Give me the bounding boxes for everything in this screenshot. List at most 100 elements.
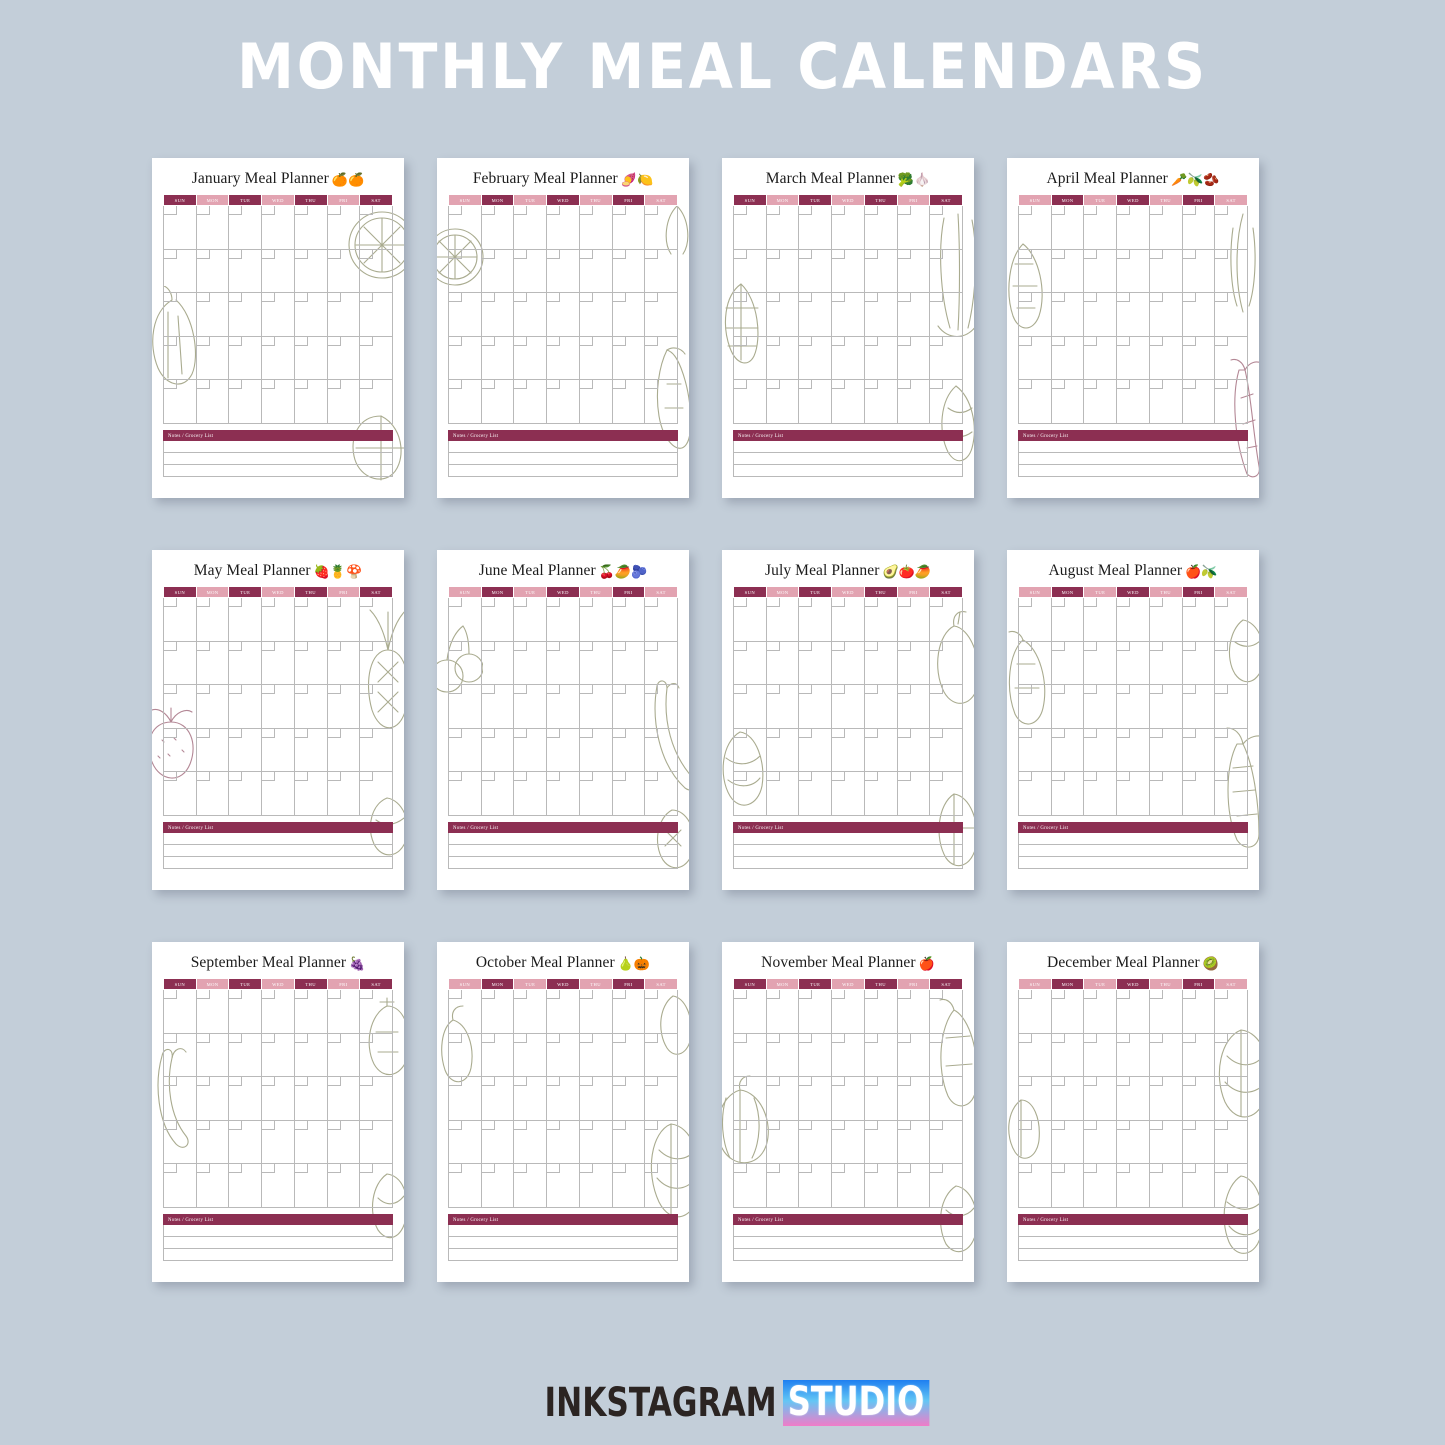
day-cell[interactable]: [733, 1032, 767, 1077]
day-cell[interactable]: [326, 1032, 361, 1077]
day-cell[interactable]: [578, 205, 613, 250]
date-number-box[interactable]: [645, 1164, 659, 1173]
date-number-box[interactable]: [1149, 1077, 1163, 1086]
date-number-box[interactable]: [734, 685, 747, 694]
date-number-box[interactable]: [930, 772, 944, 781]
day-cell[interactable]: [163, 379, 197, 424]
date-number-box[interactable]: [196, 206, 210, 215]
date-number-box[interactable]: [262, 1077, 276, 1086]
day-cell[interactable]: [863, 379, 898, 424]
day-cell[interactable]: [480, 379, 515, 424]
date-number-box[interactable]: [1019, 336, 1032, 346]
date-number-box[interactable]: [164, 728, 177, 738]
day-cell[interactable]: [644, 292, 678, 337]
date-number-box[interactable]: [1149, 685, 1163, 694]
day-cell[interactable]: [644, 335, 678, 380]
calendar-card[interactable]: April Meal Planner 🥕🫒🫘 SUN MON TUE WED THU FRI S…: [1007, 158, 1259, 498]
day-cell[interactable]: [480, 771, 515, 816]
day-cell[interactable]: [1181, 1076, 1216, 1121]
day-cell[interactable]: [578, 1076, 613, 1121]
day-cell[interactable]: [228, 248, 263, 293]
day-cell[interactable]: [1214, 727, 1248, 772]
day-cell[interactable]: [261, 989, 295, 1034]
day-cell[interactable]: [359, 1163, 393, 1208]
date-number-box[interactable]: [262, 1164, 276, 1173]
day-cell[interactable]: [929, 248, 963, 293]
date-number-box[interactable]: [327, 728, 341, 738]
day-cell[interactable]: [228, 292, 263, 337]
notes-write-line[interactable]: [448, 1236, 678, 1249]
date-number-box[interactable]: [1019, 772, 1032, 781]
day-cell[interactable]: [546, 379, 580, 424]
date-number-box[interactable]: [1182, 380, 1196, 389]
date-number-box[interactable]: [1215, 1120, 1229, 1130]
date-number-box[interactable]: [547, 1033, 561, 1043]
day-cell[interactable]: [163, 597, 197, 642]
day-cell[interactable]: [326, 205, 361, 250]
date-number-box[interactable]: [327, 598, 341, 607]
day-cell[interactable]: [896, 292, 931, 337]
day-cell[interactable]: [480, 335, 515, 380]
day-cell[interactable]: [765, 205, 800, 250]
day-cell[interactable]: [896, 989, 931, 1034]
date-number-box[interactable]: [449, 685, 462, 694]
day-cell[interactable]: [261, 248, 295, 293]
day-cell[interactable]: [644, 771, 678, 816]
date-number-box[interactable]: [645, 598, 659, 607]
day-cell[interactable]: [195, 597, 230, 642]
day-cell[interactable]: [448, 1076, 482, 1121]
day-cell[interactable]: [228, 1076, 263, 1121]
day-cell[interactable]: [765, 1032, 800, 1077]
date-number-box[interactable]: [1182, 772, 1196, 781]
day-cell[interactable]: [863, 1163, 898, 1208]
month-grid[interactable]: SUN MON TUE WED THU FRI SAT: [448, 586, 678, 816]
day-cell[interactable]: [1050, 379, 1085, 424]
date-number-box[interactable]: [1182, 1164, 1196, 1173]
date-number-box[interactable]: [1117, 728, 1131, 738]
date-number-box[interactable]: [327, 685, 341, 694]
day-cell[interactable]: [359, 597, 393, 642]
date-number-box[interactable]: [514, 1120, 528, 1130]
date-number-box[interactable]: [864, 772, 878, 781]
day-cell[interactable]: [513, 1032, 548, 1077]
day-cell[interactable]: [733, 1163, 767, 1208]
day-cell[interactable]: [1181, 640, 1216, 685]
day-cell[interactable]: [1018, 771, 1052, 816]
date-number-box[interactable]: [864, 1077, 878, 1086]
date-number-box[interactable]: [1019, 1164, 1032, 1173]
date-number-box[interactable]: [930, 1120, 944, 1130]
day-cell[interactable]: [1018, 379, 1052, 424]
date-number-box[interactable]: [229, 1077, 243, 1086]
date-number-box[interactable]: [612, 1164, 626, 1173]
date-number-box[interactable]: [294, 380, 308, 389]
day-cell[interactable]: [644, 1119, 678, 1164]
day-cell[interactable]: [513, 248, 548, 293]
day-cell[interactable]: [733, 1119, 767, 1164]
day-cell[interactable]: [513, 205, 548, 250]
date-number-box[interactable]: [262, 249, 276, 259]
day-cell[interactable]: [1214, 684, 1248, 729]
date-number-box[interactable]: [229, 206, 243, 215]
day-cell[interactable]: [1181, 292, 1216, 337]
date-number-box[interactable]: [481, 685, 495, 694]
day-cell[interactable]: [929, 597, 963, 642]
day-cell[interactable]: [293, 684, 328, 729]
day-cell[interactable]: [195, 1032, 230, 1077]
date-number-box[interactable]: [481, 772, 495, 781]
date-number-box[interactable]: [1182, 336, 1196, 346]
day-cell[interactable]: [195, 379, 230, 424]
date-number-box[interactable]: [864, 685, 878, 694]
date-number-box[interactable]: [766, 336, 780, 346]
date-number-box[interactable]: [1051, 728, 1065, 738]
day-cell[interactable]: [195, 1119, 230, 1164]
date-number-box[interactable]: [1182, 598, 1196, 607]
day-cell[interactable]: [261, 292, 295, 337]
day-cell[interactable]: [1083, 727, 1118, 772]
date-number-box[interactable]: [547, 1164, 561, 1173]
day-cell[interactable]: [863, 727, 898, 772]
day-cell[interactable]: [448, 684, 482, 729]
date-number-box[interactable]: [645, 249, 659, 259]
date-number-box[interactable]: [1117, 598, 1131, 607]
date-number-box[interactable]: [832, 1120, 846, 1130]
date-number-box[interactable]: [481, 641, 495, 651]
